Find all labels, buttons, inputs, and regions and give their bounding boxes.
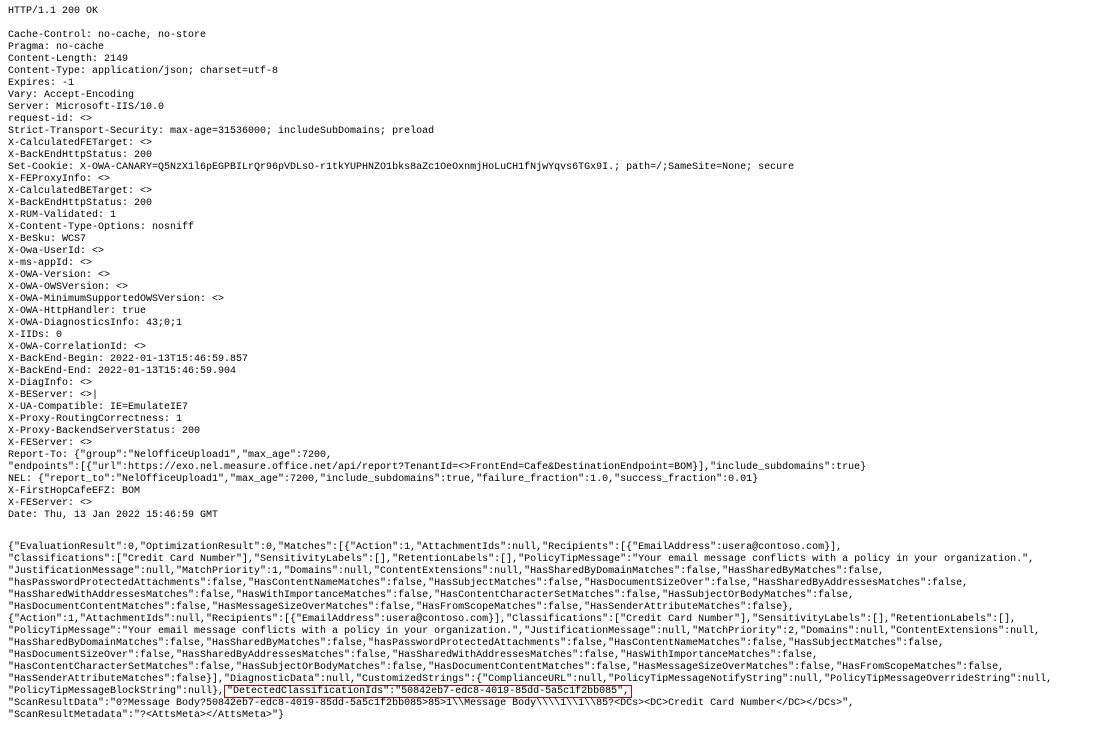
- http-body-json: {"EvaluationResult":0,"OptimizationResul…: [0, 536, 1100, 728]
- http-headers-block: Cache-Control: no-cache, no-store Pragma…: [0, 24, 1100, 528]
- json-body-part2: "ScanResultData":"0?Message Body?50842eb…: [8, 698, 854, 721]
- highlighted-detected-classification-ids: "DetectedClassificationIds":"50842eb7-ed…: [224, 685, 632, 698]
- json-body-part1: {"EvaluationResult":0,"OptimizationResul…: [8, 542, 1052, 697]
- http-status-line: HTTP/1.1 200 OK: [0, 0, 1100, 24]
